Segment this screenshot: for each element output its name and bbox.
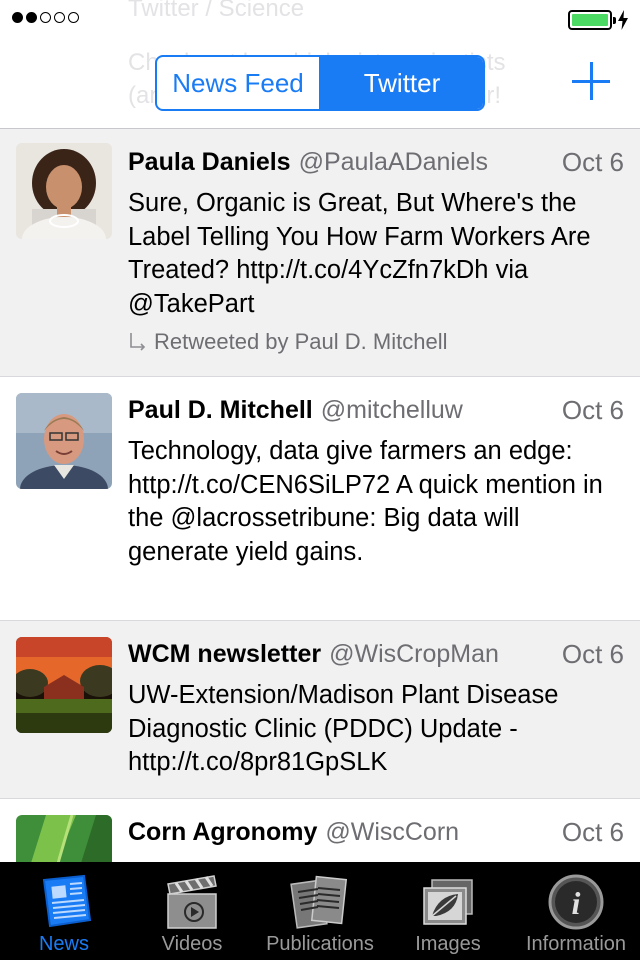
tweet-text: Technology, data give farmers an edge: h… — [128, 437, 603, 566]
author-name[interactable]: Paula Daniels — [128, 148, 291, 177]
tweet-header: Corn Agronomy @WiscCorn Oct 6 — [128, 815, 624, 849]
tab-publications[interactable]: Publications — [256, 862, 384, 960]
tab-label: News — [38, 933, 89, 955]
woman-portrait-avatar[interactable] — [16, 143, 112, 239]
tweet-header: Paula Daniels @PaulaADaniels Oct 6 — [128, 145, 624, 179]
tab-news-feed[interactable]: News Feed — [157, 57, 319, 109]
author-name[interactable]: Corn Agronomy — [128, 818, 317, 847]
tab-images[interactable]: Images — [384, 862, 512, 960]
tweet-header: WCM newsletter @WisCropMan Oct 6 — [128, 637, 624, 671]
tweet-date: Oct 6 — [561, 638, 624, 669]
tab-label: Publications — [266, 933, 374, 955]
signal-dot — [26, 12, 37, 23]
plus-icon[interactable] — [572, 62, 610, 100]
tweet-date: Oct 6 — [561, 394, 624, 425]
tweet-text: Sure, Organic is Great, But Where's the … — [128, 189, 591, 318]
tweet-row[interactable]: Paula Daniels @PaulaADaniels Oct 6 Sure,… — [0, 129, 640, 377]
svg-text:i: i — [572, 885, 581, 921]
tweet-row[interactable]: Corn Agronomy @WiscCorn Oct 6 — [0, 799, 640, 862]
author-handle[interactable]: @mitchelluw — [321, 396, 550, 425]
author-name[interactable]: WCM newsletter — [128, 640, 321, 669]
tab-label: Images — [415, 933, 481, 955]
author-name[interactable]: Paul D. Mitchell — [128, 396, 313, 425]
author-handle[interactable]: @WiscCorn — [325, 818, 550, 847]
retweet-arrow-icon — [130, 333, 146, 351]
signal-dot — [40, 12, 51, 23]
documents-icon — [290, 875, 348, 929]
retweet-label: Retweeted by Paul D. Mitchell — [154, 329, 448, 354]
tweet-text: UW-Extension/Madison Plant Disease Diagn… — [128, 681, 559, 776]
tweet-row[interactable]: WCM newsletter @WisCropMan Oct 6 UW-Exte… — [0, 621, 640, 799]
ghost-title: Twitter / Science — [128, 0, 305, 18]
info-icon: i — [548, 874, 604, 930]
barn-sunset-avatar[interactable] — [16, 637, 112, 733]
tab-videos[interactable]: Videos — [128, 862, 256, 960]
tab-news[interactable]: News — [0, 862, 128, 960]
tweet-feed[interactable]: Paula Daniels @PaulaADaniels Oct 6 Sure,… — [0, 129, 640, 862]
tweet-date: Oct 6 — [561, 146, 624, 177]
signal-dot — [12, 12, 23, 23]
leaf-photo-icon — [423, 879, 473, 925]
corn-leaf-avatar[interactable] — [16, 815, 112, 862]
tab-twitter[interactable]: Twitter — [319, 57, 483, 109]
signal-dot — [54, 12, 65, 23]
signal-dot — [68, 12, 79, 23]
feed-segmented-control: News Feed Twitter — [155, 55, 485, 111]
retweet-line: Retweeted by Paul D. Mitchell — [128, 329, 447, 355]
clapperboard-icon — [167, 875, 217, 929]
tab-label: Information — [525, 933, 627, 955]
tab-bar: News Videos Publications Images i Inform… — [0, 862, 640, 960]
bolt-icon — [618, 10, 628, 30]
man-portrait-avatar[interactable] — [16, 393, 112, 489]
author-handle[interactable]: @WisCropMan — [329, 640, 550, 669]
newspaper-icon — [42, 874, 92, 928]
tweet-date: Oct 6 — [561, 816, 624, 847]
tab-label: Videos — [161, 933, 223, 955]
tweet-header: Paul D. Mitchell @mitchelluw Oct 6 — [128, 393, 624, 427]
tab-information[interactable]: i Information — [512, 862, 640, 960]
author-handle[interactable]: @PaulaADaniels — [299, 148, 550, 177]
signal-strength-icon — [12, 12, 79, 23]
tweet-row[interactable]: Paul D. Mitchell @mitchelluw Oct 6 Techn… — [0, 377, 640, 621]
